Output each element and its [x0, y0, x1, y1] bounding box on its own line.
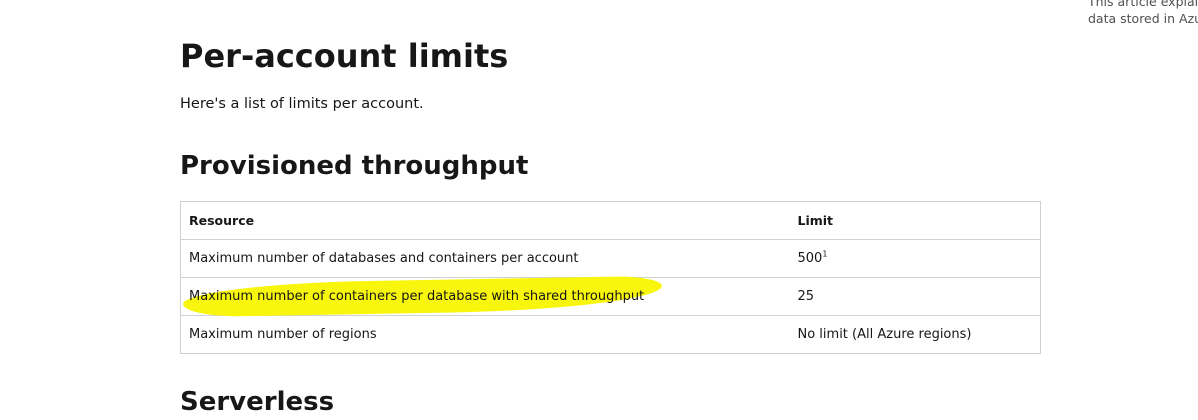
highlighted-text: Maximum number of containers per databas… — [189, 289, 645, 304]
side-note-line-2: data stored in Azu — [1088, 11, 1198, 26]
column-header-limit: Limit — [789, 201, 1041, 240]
limit-value: 500 — [797, 251, 823, 266]
side-note: This article explain data stored in Azu — [1088, 0, 1198, 27]
column-header-resource: Resource — [180, 201, 790, 240]
page-title: Per-account limits — [180, 37, 509, 75]
highlight-mark: Maximum number of containers per databas… — [189, 289, 644, 304]
cell-resource: Maximum number of databases and containe… — [180, 239, 790, 278]
cell-limit: 5001 — [789, 239, 1041, 278]
cell-limit: No limit (All Azure regions) — [789, 315, 1041, 354]
table-row: Maximum number of databases and containe… — [180, 239, 1041, 278]
cell-limit: 25 — [789, 277, 1041, 316]
intro-text: Here's a list of limits per account. — [180, 96, 424, 112]
footnote-marker[interactable]: 1 — [822, 250, 827, 259]
table-header-row: Resource Limit — [180, 201, 1041, 240]
section-heading-provisioned-throughput: Provisioned throughput — [180, 151, 529, 181]
side-note-line-1: This article explain — [1088, 0, 1198, 9]
section-heading-serverless: Serverless — [180, 387, 335, 417]
table-row: Maximum number of regions No limit (All … — [180, 315, 1041, 354]
cell-resource: Maximum number of containers per databas… — [180, 277, 790, 316]
limits-table: Resource Limit Maximum number of databas… — [180, 201, 1041, 354]
table-row-highlighted: Maximum number of containers per databas… — [180, 277, 1041, 316]
cell-resource: Maximum number of regions — [180, 315, 790, 354]
